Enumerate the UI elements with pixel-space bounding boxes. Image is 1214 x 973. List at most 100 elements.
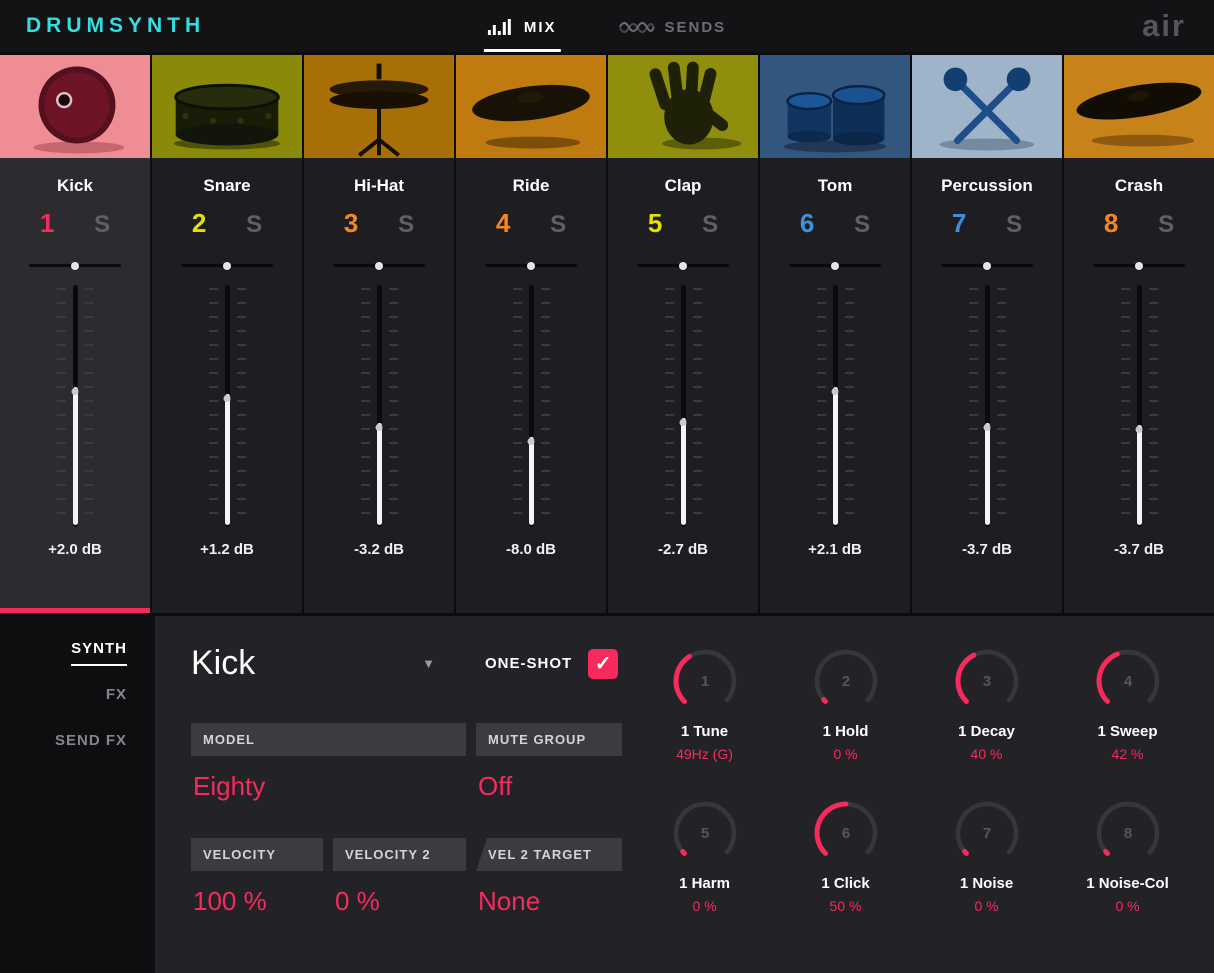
knob-harm[interactable]: 5 1 Harm 0 % xyxy=(634,794,775,914)
clap-pad-image[interactable] xyxy=(608,55,758,158)
volume-fader[interactable] xyxy=(56,285,94,527)
channel-strip-kick[interactable]: Kick 1 S +2.0 dB xyxy=(0,55,150,613)
solo-button[interactable]: S xyxy=(1006,211,1022,239)
mixer-strips: Kick 1 S +2.0 dB Snare 2 S +1.2 dB Hi-Ha… xyxy=(0,55,1214,613)
solo-button[interactable]: S xyxy=(550,211,566,239)
solo-button[interactable]: S xyxy=(398,211,414,239)
snare-drum-icon xyxy=(173,83,281,150)
mute-group-value[interactable]: Off xyxy=(476,771,622,802)
tab-mix[interactable]: MIX xyxy=(483,0,561,52)
knob-hold[interactable]: 2 1 Hold 0 % xyxy=(775,642,916,762)
solo-button[interactable]: S xyxy=(94,211,110,239)
solo-button[interactable]: S xyxy=(854,211,870,239)
fader-track[interactable] xyxy=(680,285,686,527)
fader-handle[interactable] xyxy=(984,422,990,525)
solo-button[interactable]: S xyxy=(246,211,262,239)
vel2-target-value[interactable]: None xyxy=(476,886,622,917)
hihat-pad-image[interactable] xyxy=(304,55,454,158)
fader-handle[interactable] xyxy=(680,418,686,525)
velocity2-field: VELOCITY 2 0 % xyxy=(333,838,466,917)
crash-cymbal-icon xyxy=(1076,82,1202,147)
fader-track[interactable] xyxy=(224,285,230,527)
tab-sends[interactable]: SENDS xyxy=(614,0,730,52)
channel-strip-tom[interactable]: Tom 6 S +2.1 dB xyxy=(760,55,910,613)
fader-track[interactable] xyxy=(72,285,78,527)
pan-handle[interactable] xyxy=(1135,261,1143,270)
channel-strip-ride[interactable]: Ride 4 S -8.0 dB xyxy=(456,55,606,613)
clap-hand-icon xyxy=(649,61,742,150)
fader-track[interactable] xyxy=(376,285,382,527)
velocity2-value[interactable]: 0 % xyxy=(333,886,466,917)
percussion-pad-image[interactable] xyxy=(912,55,1062,158)
pan-handle[interactable] xyxy=(527,261,535,270)
pad-selector-dropdown[interactable]: Kick ▼ xyxy=(191,644,441,683)
one-shot-label: ONE-SHOT xyxy=(485,655,573,672)
fader-ticks xyxy=(664,288,674,524)
tom-pad-image[interactable] xyxy=(760,55,910,158)
channel-number: 4 xyxy=(495,208,511,238)
volume-fader[interactable] xyxy=(816,285,854,527)
pan-handle[interactable] xyxy=(71,261,79,270)
channel-strip-snare[interactable]: Snare 2 S +1.2 dB xyxy=(152,55,302,613)
pan-slider[interactable] xyxy=(29,261,121,270)
air-logo: air xyxy=(1142,8,1186,43)
crash-pad-image[interactable] xyxy=(1064,55,1214,158)
pan-slider[interactable] xyxy=(637,261,729,270)
fader-track[interactable] xyxy=(1136,285,1142,527)
pan-slider[interactable] xyxy=(333,261,425,270)
pan-handle[interactable] xyxy=(831,261,839,270)
fader-handle[interactable] xyxy=(832,386,838,525)
knob-tune[interactable]: 1 1 Tune 49Hz (G) xyxy=(634,642,775,762)
channel-strip-hihat[interactable]: Hi-Hat 3 S -3.2 dB xyxy=(304,55,454,613)
volume-fader[interactable] xyxy=(968,285,1006,527)
fader-track[interactable] xyxy=(832,285,838,527)
solo-button[interactable]: S xyxy=(1158,211,1174,239)
pan-handle[interactable] xyxy=(223,261,231,270)
sidebar-item-synth[interactable]: SYNTH xyxy=(0,640,155,666)
kick-pad-image[interactable] xyxy=(0,55,150,158)
ride-pad-image[interactable] xyxy=(456,55,606,158)
fader-handle[interactable] xyxy=(224,393,230,525)
volume-fader[interactable] xyxy=(360,285,398,527)
svg-text:6: 6 xyxy=(841,825,849,842)
channel-strip-clap[interactable]: Clap 5 S -2.7 dB xyxy=(608,55,758,613)
knob-decay[interactable]: 3 1 Decay 40 % xyxy=(916,642,1057,762)
solo-button[interactable]: S xyxy=(702,211,718,239)
fader-ticks xyxy=(208,288,218,524)
volume-fader[interactable] xyxy=(664,285,702,527)
pan-slider[interactable] xyxy=(181,261,273,270)
channel-strip-crash[interactable]: Crash 8 S -3.7 dB xyxy=(1064,55,1214,613)
pan-handle[interactable] xyxy=(375,261,383,270)
knob-noise-col[interactable]: 8 1 Noise-Col 0 % xyxy=(1057,794,1198,914)
channel-number: 7 xyxy=(951,208,967,238)
one-shot-checkbox[interactable]: ✓ xyxy=(588,648,619,679)
channel-strip-percussion[interactable]: Percussion 7 S -3.7 dB xyxy=(912,55,1062,613)
volume-fader[interactable] xyxy=(512,285,550,527)
velocity-value[interactable]: 100 % xyxy=(191,886,323,917)
snare-pad-image[interactable] xyxy=(152,55,302,158)
pan-slider[interactable] xyxy=(789,261,881,270)
channel-number: 2 xyxy=(191,208,207,238)
fader-handle[interactable] xyxy=(72,386,78,525)
pan-slider[interactable] xyxy=(485,261,577,270)
fader-handle[interactable] xyxy=(376,422,382,525)
pan-handle[interactable] xyxy=(679,261,687,270)
fader-track[interactable] xyxy=(528,285,534,527)
channel-name: Crash xyxy=(1114,176,1164,195)
pan-slider[interactable] xyxy=(941,261,1033,270)
pan-handle[interactable] xyxy=(983,261,991,270)
mix-bars-icon xyxy=(487,19,514,35)
sidebar-item-fx[interactable]: FX xyxy=(0,686,155,712)
model-field: MODEL Eighty xyxy=(191,723,466,802)
model-value[interactable]: Eighty xyxy=(191,771,466,802)
fader-track[interactable] xyxy=(984,285,990,527)
volume-fader[interactable] xyxy=(208,285,246,527)
fader-handle[interactable] xyxy=(1136,425,1142,525)
knob-noise[interactable]: 7 1 Noise 0 % xyxy=(916,794,1057,914)
volume-fader[interactable] xyxy=(1120,285,1158,527)
knob-click[interactable]: 6 1 Click 50 % xyxy=(775,794,916,914)
knob-sweep[interactable]: 4 1 Sweep 42 % xyxy=(1057,642,1198,762)
fader-handle[interactable] xyxy=(528,437,534,525)
pan-slider[interactable] xyxy=(1093,261,1185,270)
sidebar-item-send-fx[interactable]: SEND FX xyxy=(0,732,155,758)
